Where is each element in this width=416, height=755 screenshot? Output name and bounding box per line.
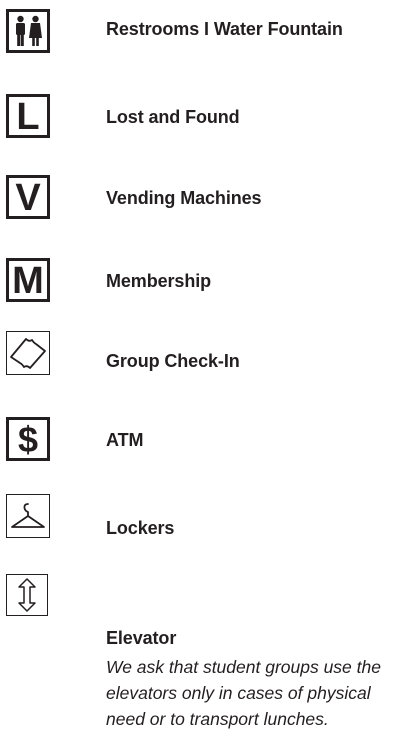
legend-label-vending: Vending Machines: [106, 188, 262, 208]
legend-label-group-check-in: Group Check-In: [106, 351, 240, 371]
dollar-icon: $: [6, 417, 50, 461]
icon-letter: $: [17, 418, 39, 460]
letter-v-icon: V: [6, 175, 50, 219]
legend-label-elevator: Elevator: [106, 628, 177, 648]
hanger-icon: [6, 494, 50, 538]
legend-label-restrooms: Restrooms I Water Fountain: [106, 19, 343, 39]
ticket-icon: [6, 331, 50, 375]
legend-label-lost-and-found: Lost and Found: [106, 107, 240, 127]
legend-label-atm: ATM: [106, 430, 144, 450]
letter-l-icon: L: [6, 94, 50, 138]
restroom-icon: [6, 9, 50, 53]
legend-label-lockers: Lockers: [106, 518, 175, 538]
letter-m-icon: M: [6, 258, 50, 302]
elevator-arrows-icon: [6, 574, 48, 616]
icon-letter: V: [15, 176, 41, 219]
icon-letter: M: [12, 259, 44, 302]
legend-label-membership: Membership: [106, 271, 212, 291]
elevator-note: We ask that student groups use the eleva…: [106, 657, 381, 729]
icon-letter: L: [16, 95, 40, 138]
